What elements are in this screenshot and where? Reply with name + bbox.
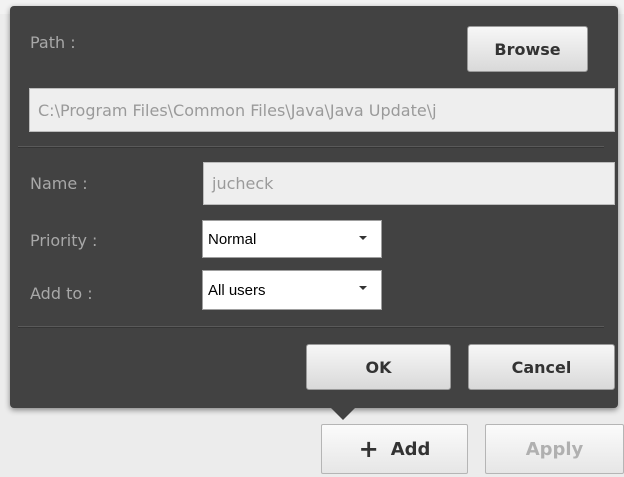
name-label: Name :	[30, 174, 88, 193]
addto-label: Add to :	[30, 284, 93, 303]
plus-icon: +	[358, 435, 379, 463]
add-button-label: Add	[390, 438, 431, 460]
ok-button[interactable]: OK	[306, 344, 451, 390]
chevron-down-icon	[359, 286, 367, 290]
name-field[interactable]: jucheck	[203, 162, 615, 205]
addto-select[interactable]: All users	[202, 270, 382, 310]
cancel-button[interactable]: Cancel	[468, 344, 615, 390]
chevron-down-icon	[359, 236, 367, 240]
priority-select[interactable]: Normal	[202, 220, 382, 258]
path-field[interactable]: C:\Program Files\Common Files\Java\Java …	[29, 88, 615, 132]
priority-label: Priority :	[30, 231, 98, 250]
divider	[18, 146, 604, 148]
popup-pointer	[331, 408, 355, 420]
path-label: Path :	[30, 33, 76, 52]
addto-select-value: All users	[208, 281, 266, 299]
add-button[interactable]: + Add	[321, 424, 468, 474]
browse-button[interactable]: Browse	[467, 26, 588, 72]
apply-button[interactable]: Apply	[485, 424, 624, 474]
divider	[18, 326, 604, 328]
priority-select-value: Normal	[208, 230, 257, 248]
